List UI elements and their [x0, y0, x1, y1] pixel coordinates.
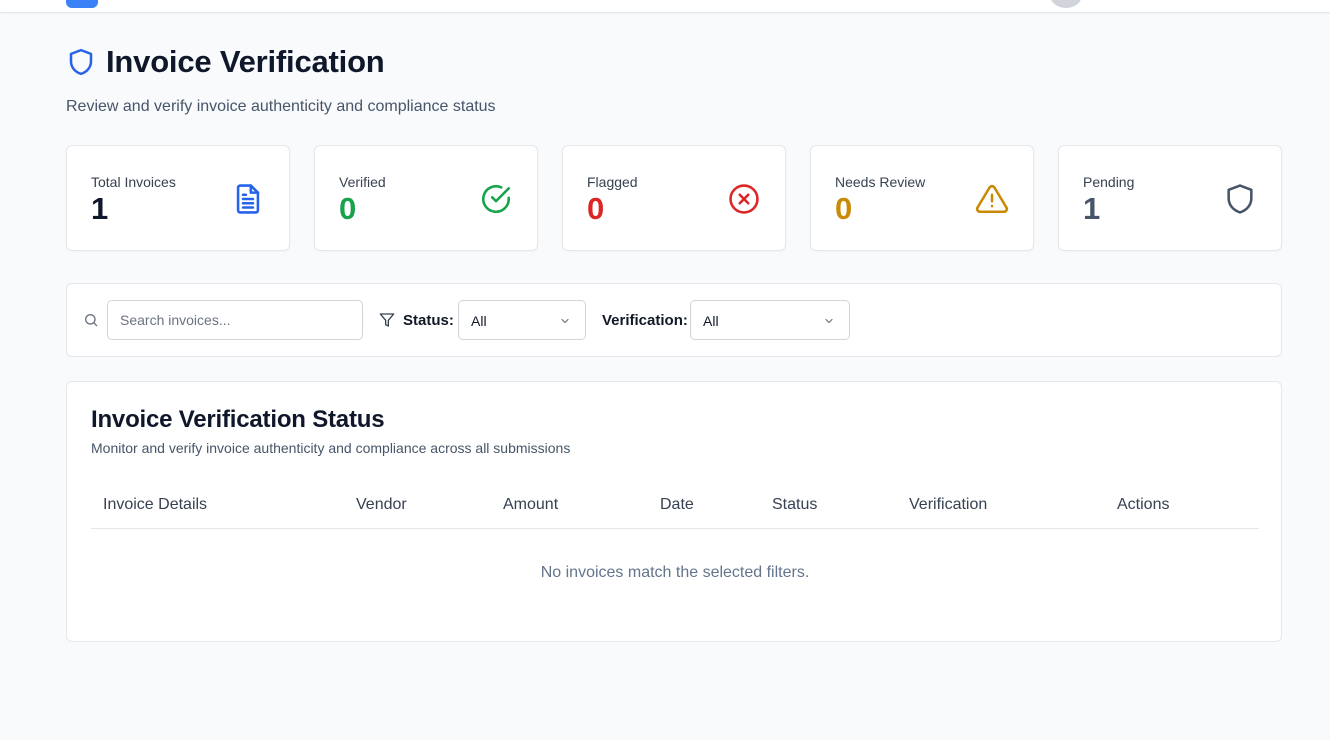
stats-row: Total Invoices 1 Verified 0 Flagged 0 Ne…: [66, 145, 1282, 251]
stat-card-verified: Verified 0: [314, 145, 538, 251]
column-header-vendor[interactable]: Vendor: [356, 496, 407, 514]
warning-triangle-icon: [975, 184, 1009, 214]
stat-value: 1: [91, 191, 109, 226]
stat-card-needs-review: Needs Review 0: [810, 145, 1034, 251]
stat-label: Total Invoices: [91, 174, 176, 190]
check-circle-icon: [481, 184, 511, 214]
stat-value: 0: [835, 191, 853, 226]
app-logo[interactable]: [66, 0, 98, 8]
page-subtitle: Review and verify invoice authenticity a…: [66, 98, 496, 115]
chevron-down-icon: [561, 318, 569, 324]
shield-icon: [1227, 184, 1253, 214]
status-select-value: All: [471, 313, 487, 329]
stat-value: 0: [587, 191, 605, 226]
column-header-amount[interactable]: Amount: [503, 496, 558, 514]
column-header-invoice-details[interactable]: Invoice Details: [103, 496, 207, 514]
search-icon: [85, 314, 98, 327]
stat-label: Pending: [1083, 174, 1135, 190]
stat-value: 0: [339, 191, 357, 226]
column-header-verification[interactable]: Verification: [909, 496, 987, 514]
empty-state-message: No invoices match the selected filters.: [540, 564, 810, 581]
status-select[interactable]: All: [458, 300, 586, 340]
verification-filter-label: Verification:: [602, 312, 688, 329]
stat-label: Verified: [339, 174, 386, 190]
stat-label: Flagged: [587, 174, 638, 190]
stat-card-total: Total Invoices 1: [66, 145, 290, 251]
user-avatar[interactable]: [1050, 0, 1082, 8]
column-header-date[interactable]: Date: [660, 496, 694, 514]
table-subtitle: Monitor and verify invoice authenticity …: [91, 440, 571, 456]
invoice-table-card: Invoice Verification Status Monitor and …: [66, 381, 1282, 642]
shield-icon: [69, 48, 93, 76]
stat-label: Needs Review: [835, 174, 926, 190]
stat-card-pending: Pending 1: [1058, 145, 1282, 251]
verification-select[interactable]: All: [690, 300, 850, 340]
document-icon: [236, 184, 260, 214]
table-title: Invoice Verification Status: [91, 406, 385, 433]
stat-value: 1: [1083, 191, 1101, 226]
x-circle-icon: [729, 184, 759, 214]
page-header: Invoice Verification Review and verify i…: [66, 44, 496, 116]
table-header: Invoice Details Vendor Amount Date Statu…: [91, 482, 1259, 529]
status-filter-label: Status:: [403, 312, 454, 329]
column-header-actions: Actions: [1117, 496, 1170, 513]
filters-bar: Status: All Verification: All: [66, 283, 1282, 357]
stat-card-flagged: Flagged 0: [562, 145, 786, 251]
chevron-down-icon: [825, 318, 833, 324]
search-input[interactable]: [107, 300, 363, 340]
verification-select-value: All: [703, 313, 719, 329]
page-title: Invoice Verification: [106, 44, 385, 79]
column-header-status[interactable]: Status: [772, 496, 817, 514]
filter-icon: [379, 313, 395, 327]
top-navbar: [0, 0, 1330, 13]
